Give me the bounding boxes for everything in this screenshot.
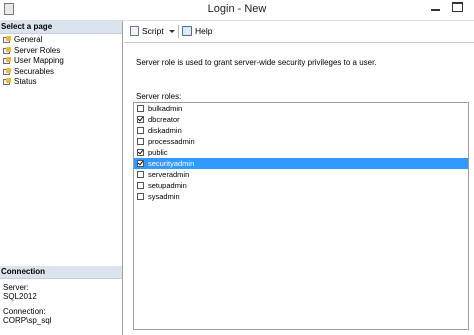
role-row-securityadmin[interactable]: securityadmin <box>134 158 468 169</box>
page-icon <box>3 36 11 44</box>
role-checkbox[interactable] <box>137 193 144 200</box>
role-row-setupadmin[interactable]: setupadmin <box>134 180 468 191</box>
role-label: processadmin <box>148 137 195 146</box>
role-row-diskadmin[interactable]: diskadmin <box>134 125 468 136</box>
role-checkbox[interactable] <box>137 171 144 178</box>
role-row-sysadmin[interactable]: sysadmin <box>134 191 468 202</box>
page-icon <box>3 67 11 76</box>
select-page-header: Select a page <box>0 21 122 34</box>
role-row-processadmin[interactable]: processadmin <box>134 136 468 147</box>
server-value: SQL2012 <box>3 292 37 301</box>
page-icon <box>3 46 11 55</box>
role-checkbox[interactable] <box>137 160 144 167</box>
role-row-bulkadmin[interactable]: bulkadmin <box>134 103 468 114</box>
description-text: Server role is used to grant server-wide… <box>136 58 377 67</box>
page-item-status[interactable]: Status <box>0 77 122 88</box>
minimize-icon[interactable] <box>430 2 441 12</box>
left-pane: Select a page General Server Roles User … <box>0 21 123 335</box>
right-pane: Script Help Server role is used to grant… <box>124 21 474 335</box>
role-row-serveradmin[interactable]: serveradmin <box>134 169 468 180</box>
role-checkbox[interactable] <box>137 149 144 156</box>
role-checkbox[interactable] <box>137 105 144 112</box>
window-title: Login - New <box>207 3 267 15</box>
role-checkbox[interactable] <box>137 138 144 145</box>
page-item-user-mapping[interactable]: User Mapping <box>0 56 122 67</box>
page-item-server-roles[interactable]: Server Roles <box>0 46 122 57</box>
help-button[interactable]: Help <box>182 25 212 37</box>
help-label: Help <box>195 26 213 36</box>
role-label: diskadmin <box>148 126 182 135</box>
page-item-securables[interactable]: Securables <box>0 67 122 78</box>
server-label: Server: <box>3 283 29 292</box>
toolbar: Script Help <box>124 21 474 43</box>
role-row-dbcreator[interactable]: dbcreator <box>134 114 468 125</box>
toolbar-separator <box>178 25 179 38</box>
role-label: dbcreator <box>148 115 180 124</box>
connection-section: Connection Server: SQL2012 Connection: C… <box>0 266 122 335</box>
script-button[interactable]: Script <box>130 25 175 37</box>
role-label: serveradmin <box>148 170 190 179</box>
page-item-label: Server Roles <box>14 45 61 55</box>
server-roles-list[interactable]: bulkadmin dbcreator diskadmin processadmin p… <box>133 102 469 330</box>
script-label: Script <box>142 26 164 36</box>
page-item-label: User Mapping <box>14 56 64 65</box>
role-label: securityadmin <box>148 159 195 168</box>
page-icon <box>3 78 11 86</box>
connection-header: Connection <box>0 266 122 279</box>
role-label: public <box>148 148 168 157</box>
maximize-icon[interactable] <box>452 2 463 12</box>
page-item-general[interactable]: General <box>0 35 122 46</box>
page-item-label: General <box>14 35 43 44</box>
role-checkbox[interactable] <box>137 127 144 134</box>
script-icon <box>130 26 139 36</box>
page-list: General Server Roles User Mapping Secura… <box>0 34 122 88</box>
role-label: setupadmin <box>148 181 187 190</box>
page-icon <box>3 57 11 65</box>
chevron-down-icon[interactable] <box>168 29 175 33</box>
help-icon <box>182 26 192 36</box>
page-item-label: Securables <box>14 66 55 76</box>
connection-label: Connection: <box>3 307 46 316</box>
role-label: bulkadmin <box>148 104 183 113</box>
role-row-public[interactable]: public <box>134 147 468 158</box>
role-checkbox[interactable] <box>137 182 144 189</box>
connection-value: CORP\sp_sql <box>3 316 52 325</box>
server-roles-label: Server roles: <box>136 92 182 101</box>
page-item-label: Status <box>14 77 37 86</box>
role-checkbox[interactable] <box>137 116 144 123</box>
role-label: sysadmin <box>148 192 180 201</box>
title-bar: Login - New <box>0 0 474 21</box>
